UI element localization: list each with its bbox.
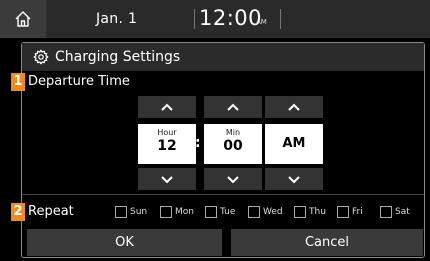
day-label: Wed	[263, 207, 283, 217]
checkbox[interactable]	[115, 206, 127, 218]
day-label: Sat	[395, 207, 410, 217]
day-checkbox-sat[interactable]: Sat	[380, 206, 410, 218]
screen: Jan. 1 12:00 AM Charging Settings 1 Depa…	[0, 0, 430, 261]
charging-settings-dialog: Charging Settings 1 Departure Time Hour …	[11, 42, 425, 258]
chevron-down-icon	[288, 175, 300, 183]
repeat-label: Repeat	[28, 204, 74, 219]
period-field[interactable]: AM	[265, 124, 323, 164]
day-checkbox-sun[interactable]: Sun	[115, 206, 147, 218]
hour-value: 12	[157, 138, 177, 154]
ok-button[interactable]: OK	[27, 229, 222, 256]
chevron-up-icon	[288, 103, 300, 111]
hour-up-button[interactable]	[138, 96, 196, 118]
day-label: Tue	[220, 207, 236, 217]
hour-caption: Hour	[157, 128, 177, 137]
clock-ampm: AM	[256, 18, 267, 26]
day-label: Mon	[175, 207, 194, 217]
clock-time: 12:00	[199, 6, 263, 30]
hour-field[interactable]: Hour 12	[138, 124, 196, 164]
checkbox[interactable]	[205, 206, 217, 218]
checkbox[interactable]	[380, 206, 392, 218]
divider	[280, 9, 281, 29]
chevron-up-icon	[161, 103, 173, 111]
divider	[194, 9, 195, 29]
hour-down-button[interactable]	[138, 168, 196, 190]
chevron-up-icon	[227, 103, 239, 111]
dialog-header: Charging Settings	[22, 43, 424, 71]
minute-up-button[interactable]	[204, 96, 262, 118]
day-checkbox-mon[interactable]: Mon	[160, 206, 194, 218]
checkbox[interactable]	[248, 206, 260, 218]
chevron-down-icon	[161, 175, 173, 183]
status-bar: Jan. 1 12:00 AM	[0, 0, 430, 38]
day-checkbox-wed[interactable]: Wed	[248, 206, 283, 218]
day-label: Sun	[130, 207, 148, 217]
period-down-button[interactable]	[265, 168, 323, 190]
section-number-badge: 1	[11, 73, 25, 91]
checkbox[interactable]	[294, 206, 306, 218]
minute-value: 00	[223, 138, 243, 154]
minute-field[interactable]: Min 00	[204, 124, 262, 164]
day-label: Fri	[352, 207, 363, 217]
checkbox[interactable]	[337, 206, 349, 218]
day-label: Thu	[309, 207, 326, 217]
home-icon	[15, 11, 31, 27]
section-number-badge: 2	[11, 203, 25, 221]
chevron-down-icon	[227, 175, 239, 183]
date-display: Jan. 1	[96, 11, 138, 27]
minute-caption: Min	[225, 128, 241, 137]
departure-time-label: Departure Time	[28, 74, 130, 89]
time-separator: :	[195, 135, 201, 151]
day-checkbox-tue[interactable]: Tue	[205, 206, 235, 218]
divider	[22, 194, 424, 195]
day-checkbox-fri[interactable]: Fri	[337, 206, 363, 218]
cancel-button[interactable]: Cancel	[231, 229, 423, 256]
checkbox[interactable]	[160, 206, 172, 218]
gear-icon	[33, 49, 49, 65]
home-button[interactable]	[0, 0, 46, 38]
dialog-title: Charging Settings	[55, 49, 181, 65]
day-checkbox-thu[interactable]: Thu	[294, 206, 326, 218]
period-up-button[interactable]	[265, 96, 323, 118]
minute-down-button[interactable]	[204, 168, 262, 190]
